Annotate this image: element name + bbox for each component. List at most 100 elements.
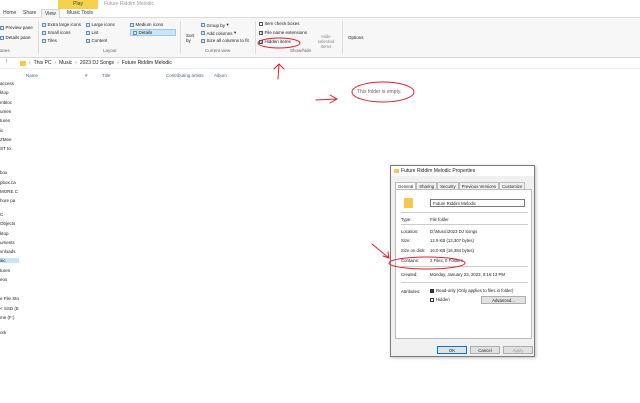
tab-customize[interactable]: Customize (499, 182, 526, 189)
tab-sharing[interactable]: Sharing (416, 182, 438, 189)
nav-item[interactable]: ktop (0, 231, 19, 236)
advanced-button[interactable]: Advanced... (481, 296, 526, 304)
chevron-right-icon: › (54, 60, 57, 66)
nav-item[interactable]: tures (0, 118, 19, 123)
nav-item[interactable]: ork (0, 330, 19, 335)
breadcrumb-future-riddim-melodic[interactable]: Future Riddim Melodic (122, 58, 172, 69)
nav-item[interactable]: ZMee (0, 137, 19, 142)
size-columns-icon (201, 38, 205, 43)
nav-item[interactable]: < SSD (E) (0, 306, 19, 311)
breadcrumb-music[interactable]: Music (59, 58, 72, 69)
current-view-group-label: Current view (205, 48, 231, 53)
ribbon-separator (38, 21, 39, 54)
created-value: Monday, January 23, 2023, 8:16:13 PM (430, 272, 505, 277)
nav-item[interactable]: me (F:) (0, 315, 19, 320)
dialog-title: Future Riddim Melodic Properties (401, 168, 476, 174)
navigation-pane: access ktop mbloc umen tures ic ZMee ST … (0, 69, 19, 403)
nav-item[interactable]: MORE C (0, 189, 19, 194)
tab-home[interactable]: Home (0, 9, 19, 18)
column-header-number[interactable]: # (85, 73, 88, 78)
add-columns-button[interactable]: Add columns ▾ (201, 30, 236, 36)
location-value: D:\Music\2023 DJ Songs (430, 229, 478, 234)
item-check-boxes-toggle[interactable]: Item check boxes (259, 21, 300, 26)
dialog-tabs: General Sharing Security Previous Versio… (395, 182, 526, 189)
layout-content[interactable]: Content (86, 38, 107, 43)
ribbon-tabs: Home Share View Music Tools (0, 9, 640, 18)
type-value: File folder (430, 217, 449, 222)
options-button[interactable]: Options (348, 35, 364, 40)
group-by-button[interactable]: Group by ▾ (201, 22, 229, 28)
apply-button[interactable]: Apply (503, 346, 533, 354)
tab-previous-versions[interactable]: Previous Versions (458, 182, 500, 189)
chevron-down-icon: ▾ (226, 22, 229, 27)
nav-item[interactable]: ST to (0, 146, 19, 151)
sort-by-button[interactable]: Sort by (186, 33, 198, 43)
column-header-title[interactable]: Title (102, 73, 110, 78)
divider (401, 282, 528, 283)
folder-name-field[interactable]: Future Riddim Melodic (430, 199, 525, 207)
size-all-columns-button[interactable]: Size all columns to fit (201, 38, 249, 43)
file-name-extensions-toggle[interactable]: File name extensions (259, 30, 307, 35)
checkbox-icon (430, 297, 434, 302)
column-header-name[interactable]: Name (26, 73, 38, 78)
layout-small-icons[interactable]: Small icons (42, 30, 71, 35)
checkbox-checked-icon (259, 39, 263, 44)
divider (401, 224, 528, 225)
medium-icons-icon (130, 22, 134, 27)
contains-value: 2 Files, 0 Folders (430, 258, 463, 263)
cancel-button[interactable]: Cancel (470, 346, 500, 354)
nav-item[interactable]: hore pa (0, 198, 19, 203)
nav-item[interactable]: ic (0, 128, 19, 133)
column-header-album[interactable]: Album (214, 73, 227, 78)
layout-tiles[interactable]: Tiles (42, 38, 57, 43)
breadcrumb-2023-dj-songs[interactable]: 2023 DJ Songs (80, 58, 114, 69)
address-bar: ↑ › This PC › Music › 2023 DJ Songs › Fu… (0, 58, 640, 69)
layout-medium-icons[interactable]: Medium icons (130, 22, 163, 27)
details-pane-button[interactable]: Details pane (0, 35, 31, 40)
nav-item[interactable]: tures (0, 268, 19, 273)
nav-item[interactable]: box (0, 170, 19, 175)
small-icons-icon (42, 30, 46, 35)
hidden-items-toggle[interactable]: Hidden items (259, 39, 291, 44)
nav-item[interactable]: ktop (0, 90, 19, 95)
size-label: Size: (401, 238, 411, 243)
contextual-tab-play[interactable]: Play (58, 0, 98, 9)
ok-button[interactable]: OK (437, 346, 467, 354)
preview-pane-button[interactable]: Preview pane (0, 25, 33, 30)
general-panel: Future Riddim Melodic Type: File folder … (395, 189, 532, 339)
nav-item[interactable]: pbox.ca (0, 180, 19, 185)
hidden-checkbox[interactable]: Hidden (430, 297, 450, 302)
window-title: Future Riddim Melodic (104, 1, 155, 7)
details-pane-icon (0, 35, 4, 40)
layout-extra-large-icons[interactable]: Extra large icons (42, 22, 81, 27)
tab-general[interactable]: General (395, 182, 417, 189)
column-header-contributing-artists[interactable]: Contributing artists (166, 73, 204, 78)
nav-item[interactable]: access (0, 81, 19, 86)
nav-item[interactable]: umen (0, 109, 19, 114)
tiles-icon (42, 38, 46, 43)
layout-large-icons[interactable]: Large icons (86, 22, 115, 27)
divider (401, 212, 528, 213)
layout-list[interactable]: List (86, 30, 99, 35)
chevron-down-icon: ▾ (234, 30, 237, 35)
layout-details[interactable]: Details (130, 29, 176, 36)
add-columns-icon (201, 31, 205, 35)
nav-item[interactable]: e File Sto (0, 296, 19, 301)
hide-selected-items-button[interactable]: Hide selected items (313, 34, 339, 49)
nav-item[interactable]: uments (0, 240, 19, 245)
nav-item[interactable]: vnloads (0, 249, 19, 254)
breadcrumb-this-pc[interactable]: This PC (34, 58, 52, 69)
read-only-checkbox[interactable]: Read-only (Only applies to files in fold… (430, 288, 513, 293)
tab-view[interactable]: View (41, 9, 60, 18)
tab-share[interactable]: Share (20, 9, 39, 18)
nav-item[interactable]: eos (0, 277, 19, 282)
chevron-right-icon: › (29, 60, 31, 66)
nav-item-selected[interactable]: sic (0, 258, 19, 263)
up-arrow-icon[interactable]: ↑ (5, 59, 8, 65)
nav-item[interactable]: mbloc (0, 100, 19, 105)
tab-music-tools[interactable]: Music Tools (64, 9, 96, 18)
tab-security[interactable]: Security (437, 182, 459, 189)
nav-item[interactable]: Objects (0, 221, 19, 226)
nav-item[interactable]: C (0, 212, 19, 217)
checkbox-indeterminate-icon (430, 288, 434, 293)
